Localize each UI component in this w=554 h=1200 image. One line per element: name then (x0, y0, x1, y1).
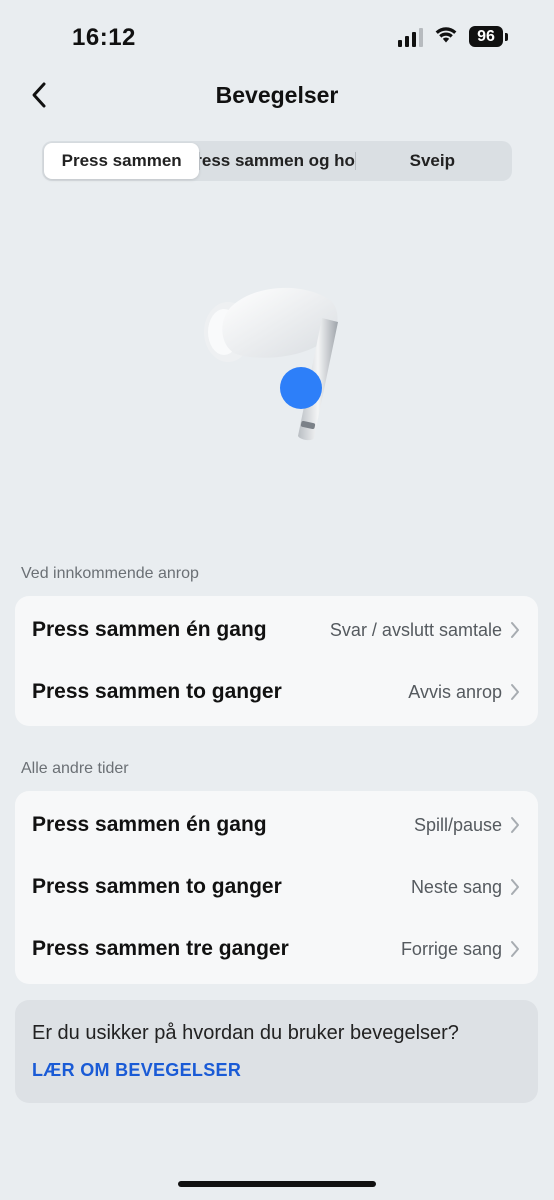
learn-gestures-link[interactable]: LÆR OM BEVEGELSER (32, 1060, 241, 1081)
row-label: Press sammen én gang (32, 618, 267, 641)
help-card: Er du usikker på hvordan du bruker beveg… (15, 1000, 538, 1103)
battery-icon: 96 (469, 26, 508, 47)
signal-icon (398, 27, 423, 47)
list-item[interactable]: Press sammen tre ganger Forrige sang (15, 918, 538, 980)
section-header-other-times: Alle andre tider (21, 760, 129, 777)
chevron-right-icon (508, 815, 522, 835)
chevron-right-icon (508, 939, 522, 959)
home-indicator[interactable] (178, 1181, 376, 1187)
list-item[interactable]: Press sammen to ganger Avvis anrop (15, 661, 538, 723)
other-times-card: Press sammen én gang Spill/pause Press s… (15, 791, 538, 984)
row-label: Press sammen to ganger (32, 875, 282, 898)
row-value: Neste sang (410, 876, 502, 897)
section-header-incoming-call: Ved innkommende anrop (21, 565, 199, 582)
row-value: Spill/pause (413, 814, 502, 835)
row-value: Avvis anrop (408, 681, 502, 702)
list-item[interactable]: Press sammen to ganger Neste sang (15, 856, 538, 918)
tab-press[interactable]: Press sammen (44, 143, 200, 179)
tap-indicator (280, 367, 322, 409)
wifi-icon (433, 24, 459, 49)
status-time: 16:12 (72, 24, 136, 51)
chevron-right-icon (508, 877, 522, 897)
help-question: Er du usikker på hvordan du bruker beveg… (32, 1022, 459, 1044)
row-value: Svar / avslutt samtale (329, 619, 502, 640)
earbud-illustration (190, 270, 360, 450)
battery-level: 96 (469, 26, 503, 47)
row-label: Press sammen to ganger (32, 680, 282, 703)
nav-bar: Bevegelser (0, 72, 554, 122)
row-label: Press sammen én gang (32, 813, 267, 836)
page-title: Bevegelser (215, 82, 339, 108)
row-value: Forrige sang (400, 938, 502, 959)
list-item[interactable]: Press sammen én gang Svar / avslutt samt… (15, 599, 538, 661)
incoming-call-card: Press sammen én gang Svar / avslutt samt… (15, 596, 538, 726)
status-icons: 96 (398, 24, 508, 49)
row-label: Press sammen tre ganger (32, 937, 289, 960)
status-bar: 16:12 96 (0, 0, 554, 72)
tab-press-hold[interactable]: Press sammen og hold (199, 143, 355, 179)
gesture-tabs: Press sammen Press sammen og hold Sveip (42, 141, 512, 181)
list-item[interactable]: Press sammen én gang Spill/pause (15, 794, 538, 856)
chevron-right-icon (508, 620, 522, 640)
tab-swipe[interactable]: Sveip (354, 143, 510, 179)
chevron-right-icon (508, 682, 522, 702)
